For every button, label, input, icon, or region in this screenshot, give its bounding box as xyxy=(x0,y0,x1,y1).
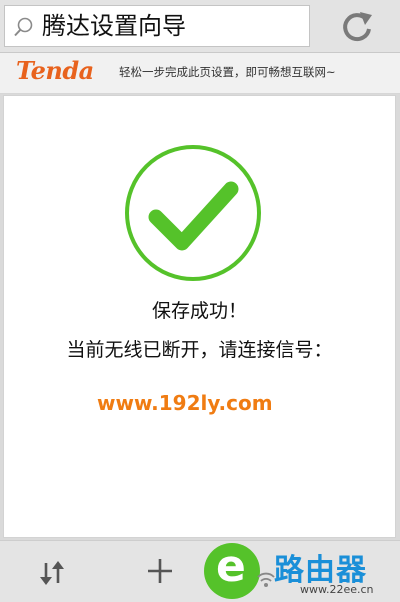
connect-url-link[interactable]: www.192ly.com xyxy=(97,391,273,415)
watermark-mark: e xyxy=(216,541,246,592)
checkmark-icon xyxy=(125,145,261,281)
magnifier-icon xyxy=(14,17,33,37)
wireless-disconnected-text: 当前无线已断开，请连接信号： xyxy=(66,339,333,361)
brand-slogan: 轻松一步完成此页设置，即可畅想互联网~ xyxy=(119,65,336,79)
address-input[interactable]: 腾达设置向导 xyxy=(4,5,310,47)
page-title: 腾达设置向导 xyxy=(42,12,186,40)
brand-strip: Tenda 轻松一步完成此页设置，即可畅想互联网~ xyxy=(0,53,400,94)
sync-icon[interactable] xyxy=(36,557,68,589)
bottom-toolbar: e 路由器 www.22ee.cn xyxy=(0,540,400,602)
app-frame: 腾达设置向导 Tenda 轻松一步完成此页设置，即可畅想互联网~ 保存成功！ 当… xyxy=(0,0,400,602)
save-success-text: 保存成功！ xyxy=(151,300,247,322)
watermark-url: www.22ee.cn xyxy=(300,583,374,596)
refresh-icon[interactable] xyxy=(338,8,376,46)
tenda-logo: Tenda xyxy=(16,56,94,85)
watermark-logo: e xyxy=(204,541,260,599)
wifi-icon xyxy=(257,572,275,587)
content-panel: 保存成功！ 当前无线已断开，请连接信号： www.192ly.com xyxy=(3,95,396,538)
plus-icon[interactable] xyxy=(146,557,174,585)
site-watermark: e 路由器 www.22ee.cn xyxy=(204,541,400,601)
address-bar: 腾达设置向导 xyxy=(0,0,400,53)
